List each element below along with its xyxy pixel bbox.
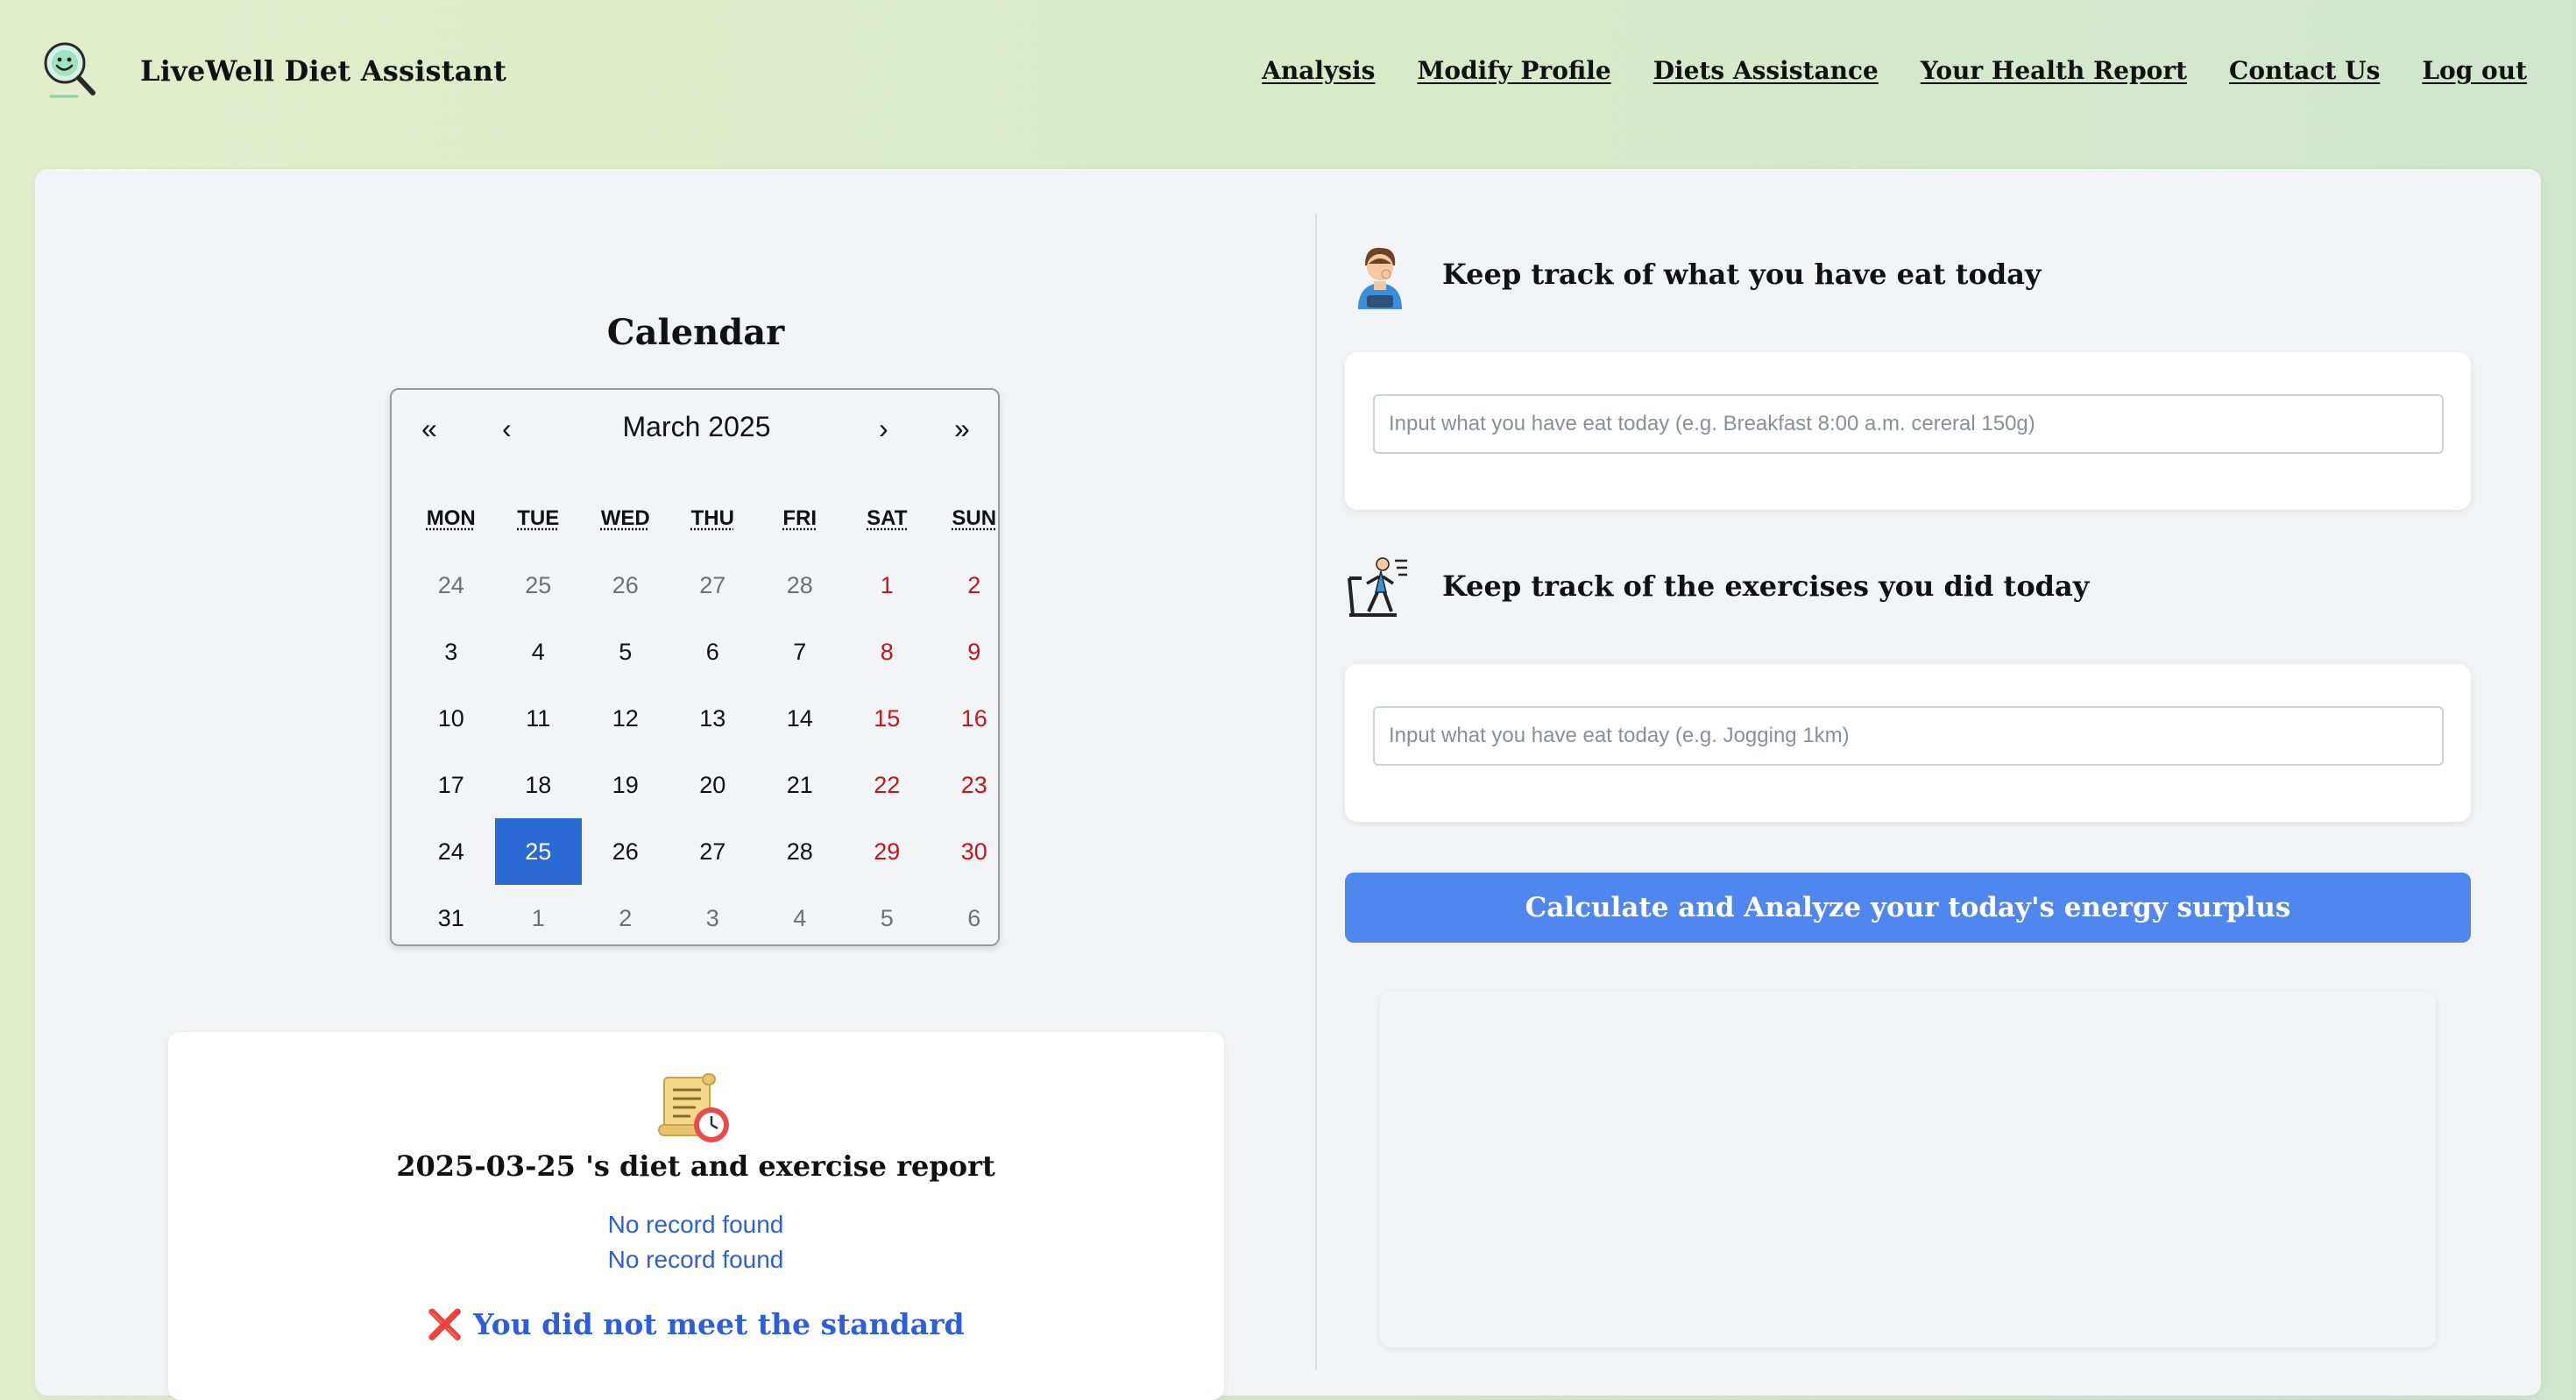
calendar-day[interactable]: 7 <box>756 619 844 685</box>
calculate-analyze-button[interactable]: Calculate and Analyze your today's energ… <box>1345 873 2471 943</box>
calendar-day[interactable]: 4 <box>756 885 844 951</box>
calendar-day[interactable]: 9 <box>931 619 1018 685</box>
nav-analysis[interactable]: Analysis <box>1262 56 1375 85</box>
cross-mark-icon: ❌ <box>427 1307 464 1341</box>
calendar-day[interactable]: 20 <box>669 752 757 818</box>
food-section-title: Keep track of what you have eat today <box>1442 258 2042 291</box>
nav-modify-profile[interactable]: Modify Profile <box>1417 56 1610 85</box>
calendar-day[interactable]: 18 <box>495 752 583 818</box>
calendar-day[interactable]: 6 <box>669 619 757 685</box>
calendar-day[interactable]: 22 <box>844 752 931 818</box>
top-nav: Analysis Modify Profile Diets Assistance… <box>1262 56 2527 85</box>
calendar-day[interactable]: 23 <box>931 752 1018 818</box>
calendar-day[interactable]: 1 <box>844 552 931 619</box>
report-title: 2025-03-25 's diet and exercise report <box>396 1149 995 1183</box>
weekday-header: MON TUE WED THU FRI SAT SUN <box>407 506 1018 531</box>
next-year-button[interactable]: » <box>954 413 970 445</box>
calendar-day[interactable]: 27 <box>669 818 757 885</box>
calendar-day[interactable]: 19 <box>582 752 669 818</box>
calendar-day[interactable]: 24 <box>407 818 495 885</box>
column-divider <box>1315 213 1317 1369</box>
calendar-day[interactable]: 6 <box>931 885 1018 951</box>
exercise-section-title: Keep track of the exercises you did toda… <box>1442 569 2090 603</box>
next-month-button[interactable]: › <box>879 413 888 445</box>
weekday-sat: SAT <box>867 506 908 530</box>
person-eating-icon <box>1358 247 1402 309</box>
calendar-day-selected[interactable]: 25 <box>494 818 582 885</box>
weekday-sun: SUN <box>952 506 997 530</box>
calendar-day[interactable]: 13 <box>669 685 757 752</box>
calendar-days-grid: 24 25 26 27 28 1 2 3 4 5 6 7 8 9 10 11 12 13 14 15 16 17 18 19 2… <box>407 552 1018 951</box>
exercise-input[interactable] <box>1373 706 2444 766</box>
weekday-tue: TUE <box>517 506 560 530</box>
calendar-day[interactable]: 2 <box>582 885 669 951</box>
nav-health-report[interactable]: Your Health Report <box>1921 56 2187 85</box>
calendar-day[interactable]: 28 <box>756 552 844 619</box>
calendar-day[interactable]: 21 <box>756 752 844 818</box>
calendar-day[interactable]: 5 <box>582 619 669 685</box>
weekday-thu: THU <box>690 506 734 530</box>
weekday-wed: WED <box>600 506 650 530</box>
calendar-day[interactable]: 8 <box>844 619 931 685</box>
calendar-day[interactable]: 15 <box>844 685 931 752</box>
calendar-day[interactable]: 24 <box>407 552 495 619</box>
calendar-day[interactable]: 25 <box>495 552 583 619</box>
calendar-day[interactable]: 30 <box>931 818 1018 885</box>
calendar-day[interactable]: 29 <box>844 818 931 885</box>
calendar-day[interactable]: 16 <box>931 685 1018 752</box>
calendar-widget: « ‹ March 2025 › » MON TUE WED THU FRI S… <box>390 388 1000 946</box>
calendar-day[interactable]: 2 <box>931 552 1018 619</box>
calendar-day[interactable]: 3 <box>407 619 495 685</box>
calendar-day[interactable]: 11 <box>495 685 583 752</box>
brand-name: LiveWell Diet Assistant <box>140 54 507 88</box>
weekday-mon: MON <box>426 506 476 530</box>
nav-log-out[interactable]: Log out <box>2422 56 2527 85</box>
calendar-day[interactable]: 5 <box>844 885 931 951</box>
calendar-day[interactable]: 4 <box>495 619 583 685</box>
magnifier-smiley-logo-icon <box>44 42 96 98</box>
calendar-day[interactable]: 17 <box>407 752 495 818</box>
calendar-title: Calendar <box>606 312 785 353</box>
calendar-day[interactable]: 27 <box>669 552 757 619</box>
calendar-day[interactable]: 26 <box>582 552 669 619</box>
calendar-day[interactable]: 3 <box>669 885 757 951</box>
weekday-fri: FRI <box>782 506 817 530</box>
nav-contact-us[interactable]: Contact Us <box>2229 56 2380 85</box>
calendar-day[interactable]: 10 <box>407 685 495 752</box>
scroll-clock-icon <box>658 1073 729 1142</box>
calendar-day[interactable]: 26 <box>582 818 669 885</box>
analysis-result-panel <box>1380 992 2436 1347</box>
exercise-record-status: No record found <box>607 1246 784 1273</box>
treadmill-runner-icon <box>1348 557 1407 617</box>
food-input[interactable] <box>1373 394 2444 454</box>
calendar-day[interactable]: 12 <box>582 685 669 752</box>
calendar-month-label[interactable]: March 2025 <box>392 411 1001 443</box>
diet-record-status: No record found <box>607 1211 784 1238</box>
calendar-day[interactable]: 31 <box>407 885 495 951</box>
calendar-day[interactable]: 28 <box>756 818 844 885</box>
standard-status-text: You did not meet the standard <box>473 1307 965 1341</box>
standard-status: ❌ You did not meet the standard <box>0 1307 1391 1342</box>
calendar-day[interactable]: 14 <box>756 685 844 752</box>
nav-diets-assistance[interactable]: Diets Assistance <box>1653 56 1879 85</box>
calendar-day[interactable]: 1 <box>495 885 583 951</box>
